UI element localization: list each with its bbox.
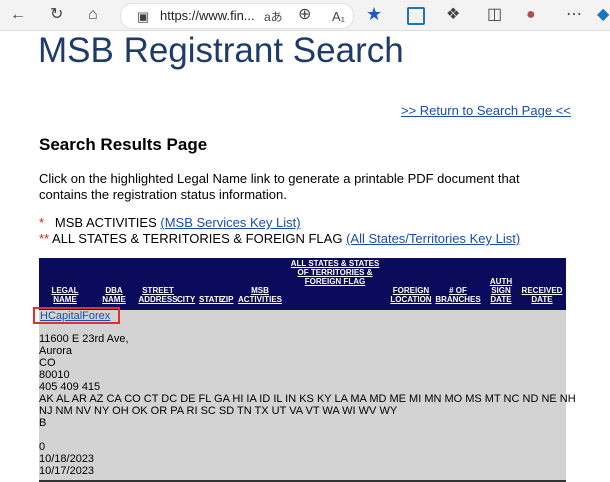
home-icon[interactable]: ⌂ xyxy=(88,5,98,25)
col-foreign-location[interactable]: FOREIGN LOCATION xyxy=(389,286,433,304)
msb-services-key-link[interactable]: (MSB Services Key List) xyxy=(160,215,300,230)
profile-icon[interactable]: ● xyxy=(526,5,536,25)
cell-foreign-flag: B xyxy=(39,417,47,429)
double-asterisk: ** xyxy=(39,231,50,246)
col-zip[interactable]: ZIP xyxy=(221,295,233,304)
page-title: MSB Registrant Search xyxy=(38,31,404,70)
intro-text: Click on the highlighted Legal Name link… xyxy=(39,171,520,202)
more-icon[interactable]: ⋯ xyxy=(566,5,582,25)
cell-activities: 405 409 415 xyxy=(39,381,101,393)
extensions-icon[interactable]: ❖ xyxy=(446,5,460,25)
refresh-icon[interactable]: ↻ xyxy=(50,5,63,25)
cell-branches: 0 xyxy=(39,441,46,453)
read-aloud-icon[interactable]: A₁ xyxy=(332,7,345,27)
legend-text: MSB ACTIVITIES xyxy=(54,215,157,230)
browser-toolbar: ← ↻ ⌂ ▣ https://www.fin... aあ ⊕ A₁ ★ ❖ ◫… xyxy=(0,0,610,31)
return-to-search-link[interactable]: >> Return to Search Page << xyxy=(401,103,571,118)
asterisk: * xyxy=(39,215,45,230)
legend-all-states: ** ALL STATES & TERRITORIES & FOREIGN FL… xyxy=(39,231,520,246)
split-icon[interactable]: ◫ xyxy=(487,5,502,25)
cell-zip: 80010 xyxy=(39,369,70,381)
col-city[interactable]: CITY xyxy=(177,295,195,304)
col-dba-name[interactable]: DBA NAME xyxy=(99,286,129,304)
favorite-star-icon[interactable]: ★ xyxy=(366,4,382,25)
col-branches[interactable]: # OF BRANCHES xyxy=(435,286,481,304)
collection-icon[interactable] xyxy=(407,7,425,25)
cell-state: CO xyxy=(39,357,56,369)
col-auth-sign-date[interactable]: AUTH SIGN DATE xyxy=(487,277,515,304)
page-content: MSB Registrant Search >> Return to Searc… xyxy=(0,31,610,482)
results-heading: Search Results Page xyxy=(39,135,208,154)
results-table-header: LEGAL NAME DBA NAME STREET ADDRESS CITY … xyxy=(39,258,566,310)
translate-icon[interactable]: aあ xyxy=(264,7,283,27)
cell-states-line1: AK AL AR AZ CA CO CT DC DE FL GA HI IA I… xyxy=(39,393,576,405)
col-all-states[interactable]: ALL STATES & STATES OF TERRITORIES & FOR… xyxy=(285,259,385,286)
cell-street: 11600 E 23rd Ave, xyxy=(39,333,129,345)
col-received-date[interactable]: RECEIVED DATE xyxy=(519,286,565,304)
legend-msb-activities: * MSB ACTIVITIES (MSB Services Key List) xyxy=(39,215,301,230)
url-text[interactable]: https://www.fin... xyxy=(160,8,255,23)
cell-received-date: 10/17/2023 xyxy=(39,465,95,477)
legend-text: ALL STATES & TERRITORIES & FOREIGN FLAG xyxy=(52,231,343,246)
copilot-icon[interactable]: ◆ xyxy=(597,5,609,25)
col-legal-name[interactable]: LEGAL NAME xyxy=(47,286,83,304)
col-street-address[interactable]: STREET ADDRESS xyxy=(135,286,181,304)
cell-auth-sign-date: 10/18/2023 xyxy=(39,453,95,465)
lock-icon[interactable]: ▣ xyxy=(137,7,149,27)
col-msb-activities[interactable]: MSB ACTIVITIES xyxy=(236,286,284,304)
highlight-box xyxy=(33,307,120,324)
cell-states-line2: NJ NM NV NY OH OK OR PA RI SC SD TN TX U… xyxy=(39,405,398,417)
cell-city: Aurora xyxy=(39,345,73,357)
states-key-link[interactable]: (All States/Territories Key List) xyxy=(346,231,520,246)
back-icon[interactable]: ← xyxy=(10,5,26,25)
zoom-icon[interactable]: ⊕ xyxy=(298,5,311,25)
